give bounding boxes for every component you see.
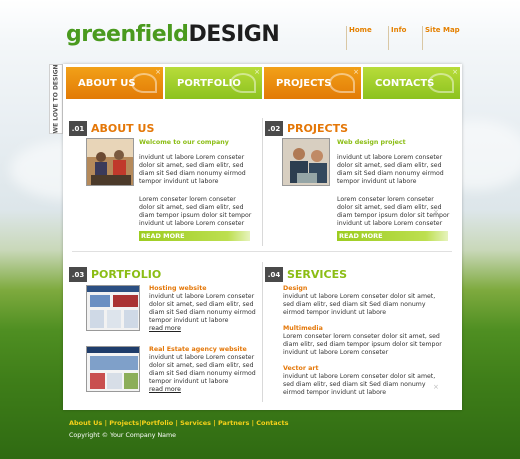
portfolio-item-text: invidunt ut labore Lorem conseter dolor … (149, 293, 256, 324)
footer-copyright: Copyright © Your Company Name (69, 432, 177, 439)
logo-green-text: greenfield (66, 22, 189, 47)
footer-navigation: About Us | Projects|Portfolio | Services… (69, 419, 288, 427)
portfolio-item-title[interactable]: Hosting website (149, 285, 206, 292)
portfolio-item-text: invidunt ut labore Lorem conseter dolor … (149, 354, 256, 385)
tab-portfolio[interactable]: PORTFOLIO × (165, 67, 262, 99)
topnav-home-link[interactable]: Home (346, 26, 388, 50)
about-photo (86, 138, 134, 186)
tab-label: PORTFOLIO (177, 77, 241, 89)
about-section-header: .01 ABOUT US (69, 121, 154, 136)
section-number: .02 (265, 121, 283, 136)
main-tabs: ABOUT US × PORTFOLIO × PROJECTS × CONTACTS × (66, 67, 460, 99)
projects-paragraph-2: Lorem conseter lorem conseter dolor sit … (337, 196, 450, 227)
section-title: SERVICES (287, 268, 348, 281)
section-title: PORTFOLIO (91, 268, 162, 281)
footer-separator: | (175, 419, 178, 427)
column-divider (262, 118, 263, 246)
tab-contacts[interactable]: CONTACTS × (363, 67, 460, 99)
row-divider (72, 251, 452, 252)
topnav-info-link[interactable]: Info (388, 26, 422, 50)
portfolio-thumbnail-real-estate[interactable] (86, 346, 140, 392)
close-mark-icon: × (452, 68, 458, 76)
close-mark-icon: × (353, 68, 359, 76)
tab-label: CONTACTS (375, 77, 435, 89)
footer-link-portfolio[interactable]: Portfolio (141, 419, 173, 427)
side-tagline-text: WE LOVE TO DESIGN (52, 64, 60, 134)
top-navigation: Home Info Site Map (346, 26, 468, 50)
tab-projects[interactable]: PROJECTS × (264, 67, 361, 99)
service-text-design: invidunt ut labore Lorem conseter dolor … (283, 293, 436, 316)
footer-link-partners[interactable]: Partners (218, 419, 249, 427)
footer-link-services[interactable]: Services (180, 419, 211, 427)
tab-label: ABOUT US (78, 77, 136, 89)
portfolio-read-more-link[interactable]: read more (149, 325, 181, 333)
site-logo[interactable]: greenfieldDESIGN (66, 22, 280, 47)
about-paragraph-2: Lorem conseter lorem conseter dolor sit … (139, 196, 252, 227)
portfolio-section-header: .03 PORTFOLIO (69, 267, 161, 282)
footer-link-about[interactable]: About Us (69, 419, 102, 427)
service-text-multimedia: Lorem conseter lorem conseter dolor sit … (283, 333, 442, 356)
about-paragraph-1: invidunt ut labore Lorem conseter dolor … (139, 154, 246, 185)
side-tagline: WE LOVE TO DESIGN (49, 64, 63, 134)
portfolio-item-title[interactable]: Real Estate agency website (149, 346, 247, 353)
tab-label: PROJECTS (276, 77, 332, 89)
section-title: PROJECTS (287, 122, 348, 135)
projects-photo (282, 138, 330, 186)
portfolio-read-more-link[interactable]: read more (149, 386, 181, 394)
section-number: .03 (69, 267, 87, 282)
about-read-more-button[interactable]: READ MORE (139, 231, 250, 241)
service-title-vector-art: Vector art (283, 365, 319, 372)
logo-dark-text: DESIGN (188, 22, 280, 47)
footer-link-contacts[interactable]: Contacts (256, 419, 288, 427)
column-divider (262, 262, 263, 402)
section-title: ABOUT US (91, 122, 155, 135)
close-mark-icon: × (254, 68, 260, 76)
service-title-multimedia: Multimedia (283, 325, 323, 332)
footer-link-projects[interactable]: Projects (109, 419, 139, 427)
service-text-vector-art: invidunt ut labore Lorem conseter dolor … (283, 373, 436, 396)
projects-section-header: .02 PROJECTS (265, 121, 348, 136)
footer-separator: | (251, 419, 255, 427)
footer-separator: | (104, 419, 107, 427)
topnav-sitemap-link[interactable]: Site Map (422, 26, 468, 50)
projects-subtitle: Web design project (337, 139, 406, 146)
service-title-design: Design (283, 285, 308, 292)
services-section-header: .04 SERVICES (265, 267, 347, 282)
projects-paragraph-1: invidunt ut labore Lorem conseter dolor … (337, 154, 444, 185)
section-number: .01 (69, 121, 87, 136)
close-mark-icon: × (155, 68, 161, 76)
swirl-decoration (329, 73, 355, 93)
footer-separator: | (213, 419, 216, 427)
portfolio-thumbnail-hosting[interactable] (86, 285, 140, 331)
tab-about-us[interactable]: ABOUT US × (66, 67, 163, 99)
about-subtitle: Welcome to our company (139, 139, 229, 146)
section-number: .04 (265, 267, 283, 282)
projects-read-more-button[interactable]: READ MORE (337, 231, 448, 241)
